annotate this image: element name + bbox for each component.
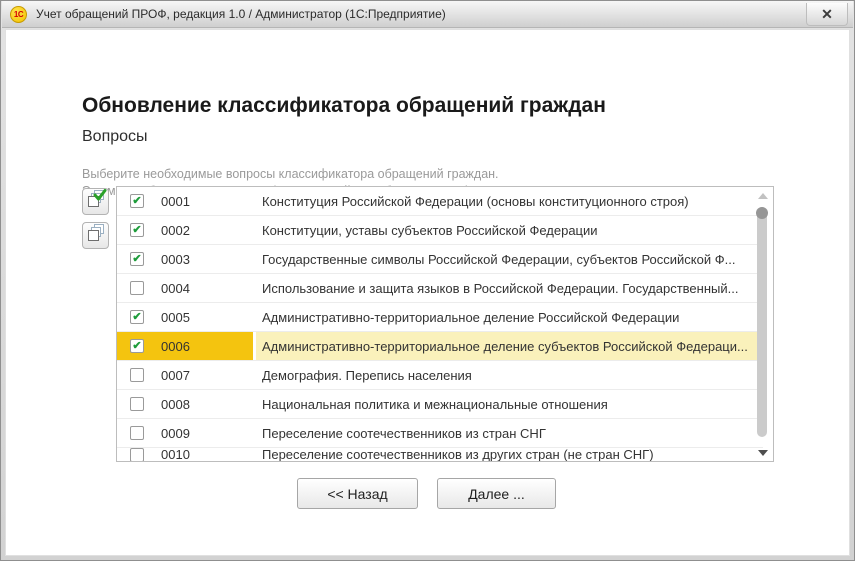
row-code-cell: ✔ 0002 [117,216,253,244]
title-bar[interactable]: 1С Учет обращений ПРОФ, редакция 1.0 / А… [2,1,853,28]
table-row[interactable]: ✔ 0006 Административно-территориальное д… [117,332,763,361]
row-code: 0004 [161,280,190,296]
table-row[interactable]: ✔ 0001 Конституция Российской Федерации … [117,187,763,216]
row-checkbox[interactable] [130,368,144,382]
row-code: 0001 [161,193,190,209]
back-button[interactable]: << Назад [297,478,418,509]
page-title: Обновление классификатора обращений граж… [82,94,606,117]
table-row[interactable]: ✔ 0005 Административно-территориальное д… [117,303,763,332]
row-checkbox[interactable]: ✔ [130,252,144,266]
close-button[interactable]: ✕ [806,3,848,26]
app-window: 1С Учет обращений ПРОФ, редакция 1.0 / А… [0,0,855,561]
row-code-cell: ✔ 0001 [117,187,253,215]
scrollbar-thumb-knob[interactable] [756,207,768,219]
scroll-up-icon[interactable] [758,193,768,199]
close-icon: ✕ [821,5,833,22]
row-label: Конституции, уставы субъектов Российской… [262,222,598,238]
row-code-cell: 0010 [117,448,253,461]
row-label: Административно-территориальное деление … [262,309,680,325]
row-code: 0010 [161,448,190,461]
table-row[interactable]: 0007 Демография. Перепись населения [117,361,763,390]
row-code: 0003 [161,251,190,267]
row-code: 0005 [161,309,190,325]
row-code-cell: 0009 [117,419,253,447]
uncheck-all-icon [85,222,107,249]
uncheck-all-button[interactable] [82,222,109,249]
row-label-cell: Конституция Российской Федерации (основы… [256,187,763,215]
row-code: 0002 [161,222,190,238]
row-label-cell: Переселение соотечественников из других … [256,448,763,461]
row-code: 0009 [161,425,190,441]
1c-logo-icon: 1С [10,5,27,23]
row-label-cell: Переселение соотечественников из стран С… [256,419,763,447]
table-row[interactable]: 0010 Переселение соотечественников из др… [117,448,763,461]
row-label-cell: Использование и защита языков в Российск… [256,274,763,302]
wizard-content: Обновление классификатора обращений граж… [5,29,850,556]
scrollbar-thumb[interactable] [757,207,767,437]
row-code-cell: 0008 [117,390,253,418]
page-subtitle: Вопросы [82,128,148,145]
table-row[interactable]: 0008 Национальная политика и межнационал… [117,390,763,419]
table-row[interactable]: 0004 Использование и защита языков в Рос… [117,274,763,303]
check-all-button[interactable] [82,188,109,215]
row-checkbox[interactable] [130,397,144,411]
row-checkbox[interactable]: ✔ [130,194,144,208]
row-label: Использование и защита языков в Российск… [262,280,739,296]
row-label: Национальная политика и межнациональные … [262,396,608,412]
row-code-cell: ✔ 0003 [117,245,253,273]
vertical-scrollbar[interactable] [756,187,770,461]
table-row[interactable]: ✔ 0003 Государственные символы Российско… [117,245,763,274]
row-label-cell: Государственные символы Российской Федер… [256,245,763,273]
row-label: Административно-территориальное деление … [262,338,748,354]
table-row[interactable]: ✔ 0002 Конституции, уставы субъектов Рос… [117,216,763,245]
row-checkbox[interactable] [130,281,144,295]
row-checkbox[interactable] [130,426,144,440]
row-label-cell: Административно-территориальное деление … [256,332,763,360]
row-checkbox[interactable]: ✔ [130,339,144,353]
row-code-cell: 0004 [117,274,253,302]
row-label: Конституция Российской Федерации (основы… [262,193,689,209]
row-checkbox[interactable]: ✔ [130,223,144,237]
row-code-cell: ✔ 0006 [117,332,253,360]
hint-line-1: Выберите необходимые вопросы классификат… [82,167,499,181]
check-all-icon [85,188,107,215]
row-code: 0006 [161,338,190,354]
row-label-cell: Национальная политика и межнациональные … [256,390,763,418]
table-row[interactable]: 0009 Переселение соотечественников из ст… [117,419,763,448]
row-label-cell: Конституции, уставы субъектов Российской… [256,216,763,244]
questions-list: ✔ 0001 Конституция Российской Федерации … [116,186,774,462]
row-label: Переселение соотечественников из других … [262,448,654,461]
scroll-down-icon[interactable] [758,450,768,456]
rows-container: ✔ 0001 Конституция Российской Федерации … [117,187,763,461]
row-label-cell: Административно-территориальное деление … [256,303,763,331]
row-label: Переселение соотечественников из стран С… [262,425,546,441]
row-code: 0008 [161,396,190,412]
row-checkbox[interactable]: ✔ [130,310,144,324]
row-label-cell: Демография. Перепись населения [256,361,763,389]
next-button[interactable]: Далее ... [437,478,556,509]
row-code-cell: 0007 [117,361,253,389]
row-checkbox[interactable] [130,448,144,461]
window-title: Учет обращений ПРОФ, редакция 1.0 / Адми… [36,7,446,21]
row-code-cell: ✔ 0005 [117,303,253,331]
row-label: Государственные символы Российской Федер… [262,251,736,267]
row-code: 0007 [161,367,190,383]
row-label: Демография. Перепись населения [262,367,472,383]
